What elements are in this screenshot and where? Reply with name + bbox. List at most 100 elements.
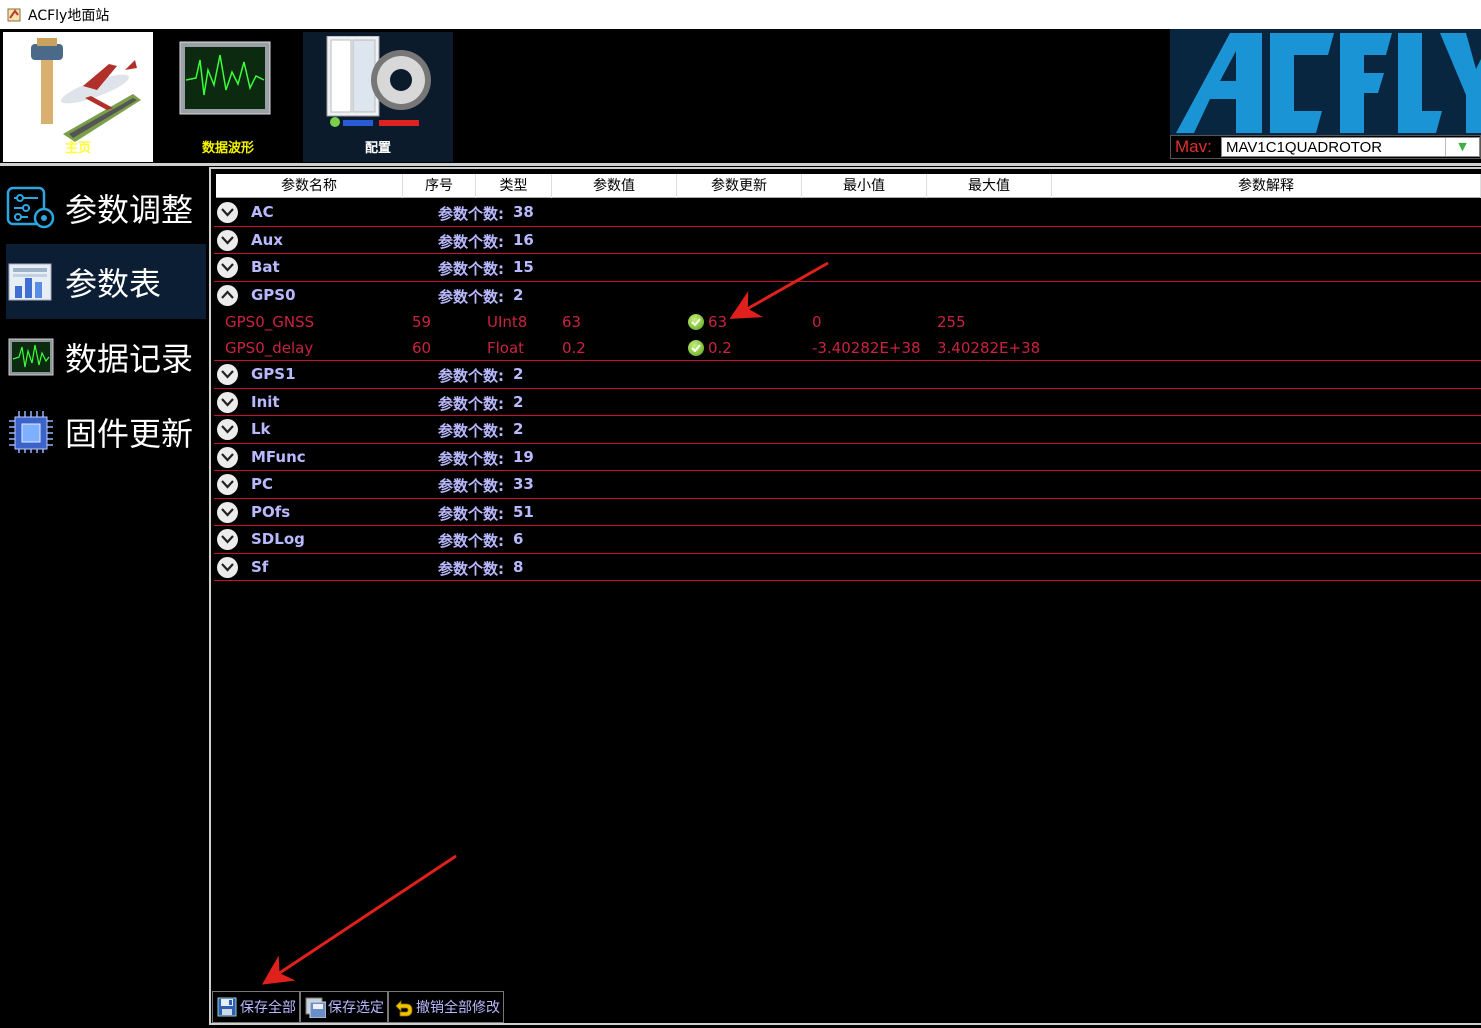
param-group-row[interactable]: GPS0 参数个数: 2 — [214, 282, 1481, 310]
home-label: 主页 — [64, 141, 91, 156]
group-count: 33 — [513, 475, 534, 493]
save-selected-label: 保存选定 — [328, 1000, 384, 1016]
group-name: SDLog — [251, 530, 305, 548]
group-name: Bat — [251, 258, 280, 276]
airport-tower-plane-icon — [31, 38, 141, 142]
mav-dropdown-value: MAV1C1QUADROTOR — [1226, 139, 1383, 156]
param-value[interactable]: 0.2 — [562, 339, 586, 357]
group-count-label: 参数个数: — [438, 422, 504, 440]
column-header[interactable]: 最小值 — [802, 174, 927, 198]
group-name: PC — [251, 475, 274, 493]
sliders-gear-icon — [6, 183, 56, 233]
param-group-row[interactable]: Aux 参数个数: 16 — [214, 227, 1481, 254]
param-table-panel: 参数名称 序号 类型 参数值 参数更新 最小值 最大值 参数解释 AC 参数个数… — [209, 167, 1481, 1025]
expand-chevron-icon[interactable] — [217, 364, 238, 385]
dropdown-arrow-icon[interactable]: ▼ — [1445, 138, 1479, 156]
param-row[interactable]: GPS0_GNSS 59 UInt8 63 63 0 255 — [214, 309, 1481, 335]
group-count-label: 参数个数: — [438, 504, 504, 523]
group-count: 2 — [513, 365, 524, 383]
group-count: 38 — [513, 203, 534, 221]
expand-chevron-icon[interactable] — [217, 501, 238, 523]
group-count: 2 — [513, 285, 524, 304]
expand-chevron-icon[interactable] — [217, 556, 238, 578]
column-header[interactable]: 参数解释 — [1052, 174, 1481, 198]
undo-arrow-icon — [395, 1000, 413, 1017]
param-min: 0 — [812, 313, 822, 331]
undo-all-button[interactable]: 撤销全部修改 — [388, 991, 504, 1023]
param-group-row[interactable]: Lk 参数个数: 2 — [214, 416, 1481, 444]
expand-chevron-icon[interactable] — [217, 229, 238, 251]
home-tab[interactable]: 主页 — [3, 32, 153, 162]
sidebar-item-data-record[interactable]: 数据记录 — [6, 319, 206, 394]
window-title: ACFly地面站 — [28, 7, 110, 24]
group-name: GPS0 — [251, 285, 296, 304]
sidebar-item-param-adjust[interactable]: 参数调整 — [6, 170, 206, 245]
waveform-label: 数据波形 — [201, 141, 254, 156]
column-header[interactable]: 类型 — [476, 174, 552, 198]
param-group-row[interactable]: MFunc 参数个数: 19 — [214, 444, 1481, 471]
sidebar-item-label: 固件更新 — [65, 414, 194, 453]
mav-dropdown[interactable]: MAV1C1QUADROTOR ▼ — [1221, 137, 1480, 157]
group-count: 15 — [513, 258, 534, 276]
expand-chevron-icon[interactable] — [217, 391, 238, 413]
group-count-label: 参数个数: — [438, 205, 504, 223]
bar-chart-icon — [6, 257, 56, 307]
column-header[interactable]: 参数更新 — [677, 174, 802, 198]
param-group-row[interactable]: AC 参数个数: 38 — [214, 199, 1481, 227]
group-count: 6 — [513, 530, 524, 548]
group-name: Lk — [251, 420, 271, 438]
param-update-value: 0.2 — [708, 339, 732, 357]
check-ok-icon — [688, 340, 704, 356]
bottom-action-bar: 保存全部 保存选定 撤销全部修改 — [212, 991, 504, 1023]
collapse-chevron-icon[interactable] — [217, 284, 238, 306]
group-name: AC — [251, 203, 274, 221]
param-group-row[interactable]: GPS1 参数个数: 2 — [214, 361, 1481, 389]
param-group-row[interactable]: PC 参数个数: 33 — [214, 471, 1481, 499]
group-count-label: 参数个数: — [438, 287, 504, 306]
param-value[interactable]: 63 — [562, 313, 581, 331]
group-count-label: 参数个数: — [438, 232, 504, 251]
app-window: ACFly地面站 主页 数据波形 配置 Mav: MAV1C1QUADROTOR… — [0, 0, 1481, 1028]
expand-chevron-icon[interactable] — [217, 257, 238, 278]
mav-selector-row: Mav: MAV1C1QUADROTOR ▼ — [1170, 135, 1481, 159]
sidebar-item-param-table[interactable]: 参数表 — [6, 244, 206, 319]
mav-label: Mav: — [1175, 137, 1212, 156]
column-header[interactable]: 参数值 — [552, 174, 677, 198]
group-count: 2 — [513, 392, 524, 411]
config-tab[interactable]: 配置 — [303, 32, 453, 162]
param-group-row[interactable]: POfs 参数个数: 51 — [214, 499, 1481, 526]
param-group-row[interactable]: Bat 参数个数: 15 — [214, 254, 1481, 282]
param-update-value: 63 — [708, 313, 728, 331]
param-group-row[interactable]: Sf 参数个数: 8 — [214, 554, 1481, 581]
param-max: 255 — [937, 313, 966, 331]
waveform-tab[interactable]: 数据波形 — [153, 32, 303, 162]
column-header[interactable]: 最大值 — [927, 174, 1052, 198]
column-header[interactable]: 参数名称 — [216, 174, 403, 198]
column-header[interactable]: 序号 — [403, 174, 476, 198]
param-group-row[interactable]: Init 参数个数: 2 — [214, 389, 1481, 416]
save-selected-button[interactable]: 保存选定 — [300, 991, 388, 1023]
sidebar-item-firmware-update[interactable]: 固件更新 — [6, 394, 206, 469]
expand-chevron-icon[interactable] — [217, 202, 238, 223]
expand-chevron-icon[interactable] — [217, 446, 238, 468]
title-bar: ACFly地面站 — [0, 0, 1481, 29]
expand-chevron-icon[interactable] — [217, 529, 238, 550]
config-gear-icon — [326, 36, 431, 127]
param-group-row[interactable]: SDLog 参数个数: 6 — [214, 526, 1481, 554]
param-type: Float — [487, 339, 525, 357]
param-index: 60 — [412, 339, 432, 357]
sidebar: 参数调整 参数表 数据记录 固件更新 — [0, 166, 207, 1028]
sidebar-item-label: 参数表 — [65, 264, 162, 303]
group-name: Init — [251, 392, 280, 411]
group-name: GPS1 — [251, 365, 296, 383]
group-count-label: 参数个数: — [438, 532, 504, 550]
param-name: GPS0_delay — [225, 339, 314, 357]
param-row[interactable]: GPS0_delay 60 Float 0.2 0.2 -3.40282E+38… — [214, 335, 1481, 361]
save-all-button[interactable]: 保存全部 — [212, 991, 300, 1023]
expand-chevron-icon[interactable] — [217, 474, 238, 495]
param-table-body: AC 参数个数: 38 Aux 参数个数: 16 Bat 参数个数: 15 GP… — [214, 199, 1481, 581]
expand-chevron-icon[interactable] — [217, 419, 238, 440]
waveform-monitor-icon — [179, 41, 271, 115]
group-count: 8 — [513, 557, 524, 576]
param-type: UInt8 — [487, 313, 528, 331]
